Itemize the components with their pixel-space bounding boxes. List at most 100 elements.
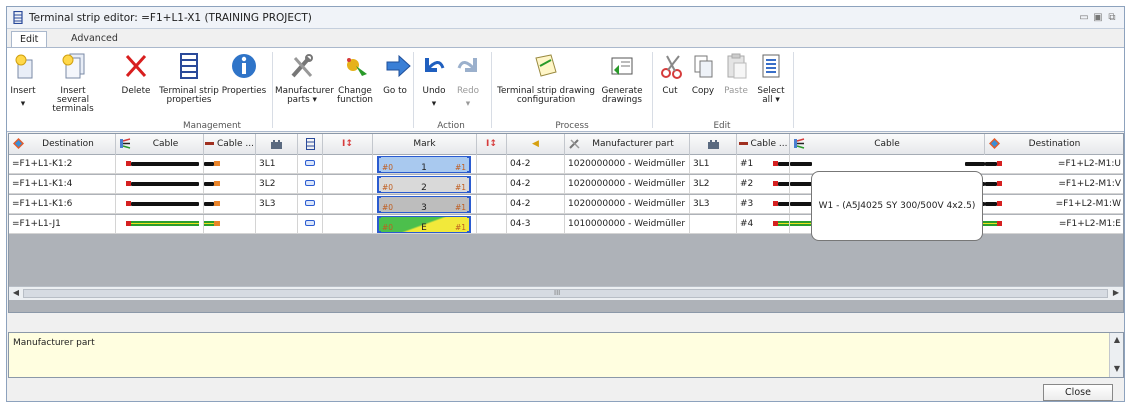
col-cable-right[interactable]: Cable [790,134,985,155]
properties-button[interactable]: Properties [221,52,267,96]
terminal-strip-properties-button[interactable]: Terminal strip properties [157,52,221,105]
connection-point-icon [707,140,719,149]
cable-icon [794,138,805,149]
redo-icon [457,58,477,72]
plug-icon [305,220,315,226]
terminal-mark[interactable]: #0 3 #1 [377,196,471,213]
terminal-strip-icon [305,138,315,150]
manufacturer-parts-button[interactable]: Manufacturer parts ▾ [275,52,334,105]
change-function-icon [347,58,367,76]
col-terminal-strip[interactable] [298,134,323,155]
position-icon: ◀ [532,139,539,149]
insert-several-terminals-button[interactable]: Insert several terminals [43,52,103,114]
col-destination-right[interactable]: Destination [985,134,1124,155]
ribbon-separator [793,52,794,128]
col-jumper-right[interactable]: I↕ [477,134,507,155]
terminal-mark[interactable]: #0 2 #1 [377,176,471,193]
description-panel: Manufacturer part ▲ ▼ [8,332,1124,378]
paste-icon [727,53,747,79]
destination-icon [989,138,1000,149]
jumper-icon: I↕ [342,139,353,149]
destination-icon [13,138,24,149]
cut-button[interactable]: Cut [657,52,683,96]
ribbon-separator [652,52,653,128]
col-manufacturer-part[interactable]: Manufacturer part [565,134,690,155]
plug-icon [305,180,315,186]
group-management: Management [183,121,241,131]
insert-icon [15,54,33,79]
generate-drawings-button[interactable]: Generate drawings [597,52,647,105]
cable-graphic[interactable]: W1 - (A5J4025 SY 300/500V 4x2.5) [811,171,983,241]
title-bar: Terminal strip editor: =F1+L1-X1 (TRAINI… [7,7,1124,29]
delete-button[interactable]: Delete [121,52,151,96]
paste-button[interactable]: Paste [721,52,751,96]
col-cable-left[interactable]: Cable [116,134,204,155]
col-jumper-left[interactable]: I↕ [323,134,373,155]
group-edit: Edit [713,121,731,131]
cable-icon [120,138,131,149]
terminal-mark[interactable]: #0 1 #1 [377,156,471,173]
col-mark[interactable]: Mark [373,134,477,155]
plug-icon [305,160,315,166]
scroll-down-icon[interactable]: ▼ [1111,364,1123,375]
ribbon-separator [413,52,414,128]
terminal-grid: Destination Cable Cable ... I↕ Mark I↕ ◀… [8,133,1124,313]
undo-button[interactable]: Undo ▾ [419,52,449,109]
col-connection-designation-right[interactable] [690,134,737,155]
select-all-button[interactable]: Select all ▾ [755,52,787,105]
tab-edit[interactable]: Edit [11,31,48,48]
col-cable-core-left[interactable]: Cable ... [204,134,256,155]
ribbon-separator [272,52,273,128]
insert-button[interactable]: Insert ▾ [10,52,36,109]
generate-drawings-icon [611,57,633,75]
maximize-icon[interactable]: ▣ [1092,12,1104,23]
copy-button[interactable]: Copy [689,52,717,96]
tab-advanced[interactable]: Advanced [63,31,126,48]
jumper-icon: I↕ [486,139,497,149]
undo-icon [425,58,445,72]
drawing-config-icon [535,54,557,77]
terminal-strip-drawing-configuration-button[interactable]: Terminal strip drawing configuration [497,52,595,105]
insert-several-icon [62,53,85,79]
info-icon [232,54,256,78]
undo-dropdown-icon: ▾ [431,99,437,109]
tools-icon [569,139,580,149]
delete-icon [125,54,147,78]
horizontal-scrollbar[interactable]: ◀ III ▶ [9,286,1123,300]
restore-icon[interactable]: ⧉ [1106,12,1118,23]
ribbon-tabs: Edit Advanced [7,30,1124,48]
terminal-mark-pe[interactable]: #0 E #1 [377,216,471,233]
change-function-button[interactable]: Change function [333,52,377,105]
go-to-button[interactable]: Go to [383,52,411,96]
scroll-up-icon[interactable]: ▲ [1111,335,1123,346]
col-position[interactable]: ◀ [507,134,565,155]
copy-icon [694,55,713,78]
terminal-strip-icon [13,11,23,24]
ribbon-separator [491,52,492,128]
group-action: Action [437,121,465,131]
arrow-right-icon [386,54,411,78]
close-button[interactable]: Close [1043,384,1113,401]
tools-icon [291,54,313,78]
scissors-icon [661,55,682,79]
col-connection-designation[interactable] [256,134,298,155]
grid-header: Destination Cable Cable ... I↕ Mark I↕ ◀… [9,134,1123,155]
scroll-thumb[interactable]: III [23,289,1108,298]
col-destination-left[interactable]: Destination [9,134,116,155]
col-cable-core-right[interactable]: Cable ... [737,134,790,155]
plug-icon [305,200,315,206]
terminal-strip-editor-window: Terminal strip editor: =F1+L1-X1 (TRAINI… [6,6,1125,402]
select-all-icon [762,54,780,78]
window-title: Terminal strip editor: =F1+L1-X1 (TRAINI… [29,12,312,24]
description-scrollbar[interactable]: ▲ ▼ [1109,333,1123,377]
ribbon-toolbar: Insert ▾ Insert several terminals Delete… [7,47,1124,132]
scroll-left-icon[interactable]: ◀ [10,288,22,299]
insert-dropdown-icon: ▾ [20,99,26,109]
scroll-right-icon[interactable]: ▶ [1110,288,1122,299]
connection-point-icon [271,140,282,149]
minimize-icon[interactable]: ▭ [1078,12,1090,23]
redo-dropdown-icon: ▾ [465,99,471,109]
group-process: Process [555,121,589,131]
redo-button[interactable]: Redo ▾ [453,52,483,109]
terminal-strip-properties-icon [180,53,198,79]
